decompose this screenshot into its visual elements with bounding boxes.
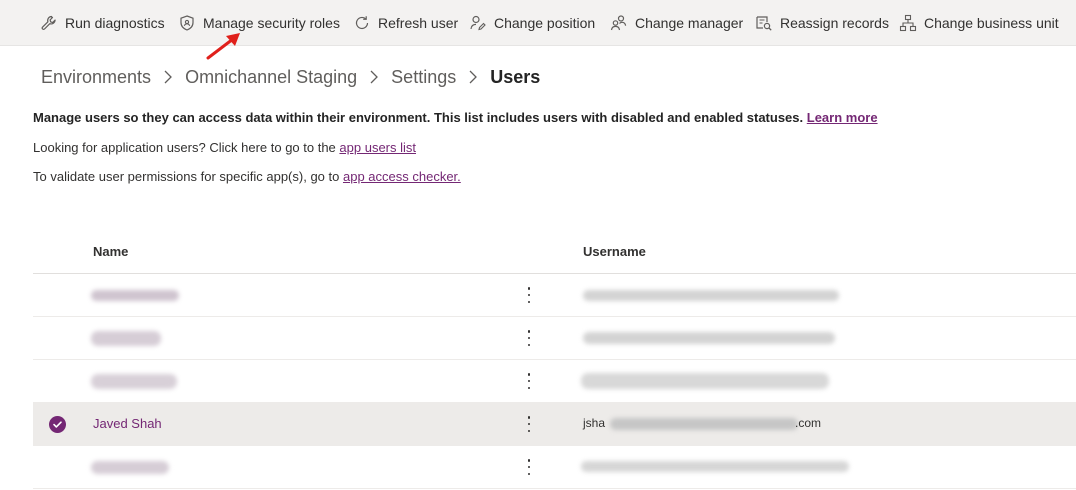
wrench-icon <box>40 14 58 32</box>
more-options-icon[interactable] <box>523 328 535 348</box>
redacted-name <box>91 331 161 346</box>
breadcrumb-environments[interactable]: Environments <box>41 67 151 88</box>
column-header-username[interactable]: Username <box>583 244 646 259</box>
person-edit-icon <box>469 14 487 32</box>
more-options-icon[interactable] <box>523 285 535 305</box>
people-icon <box>610 14 628 32</box>
redacted-name <box>91 374 177 389</box>
more-options-icon[interactable] <box>523 457 535 477</box>
refresh-icon <box>353 14 371 32</box>
more-options-icon[interactable] <box>523 414 535 434</box>
page-description: Manage users so they can access data wit… <box>33 110 878 125</box>
run-diagnostics-button[interactable]: Run diagnostics <box>40 0 165 46</box>
change-position-button[interactable]: Change position <box>469 0 595 46</box>
learn-more-link[interactable]: Learn more <box>807 110 878 125</box>
annotation-arrow-icon <box>206 33 240 60</box>
app-users-hint: Looking for application users? Click her… <box>33 140 417 155</box>
chevron-right-icon <box>467 70 479 84</box>
users-grid: Name Username Javed Shah jsha .com <box>33 231 1076 489</box>
manage-security-roles-label: Manage security roles <box>203 15 340 31</box>
table-row[interactable] <box>33 446 1076 489</box>
redacted-name <box>91 290 179 301</box>
more-options-icon[interactable] <box>523 371 535 391</box>
chevron-right-icon <box>368 70 380 84</box>
redacted-name <box>91 461 169 474</box>
redacted-username <box>583 290 839 301</box>
app-access-hint: To validate user permissions for specifi… <box>33 169 461 184</box>
reassign-records-button[interactable]: Reassign records <box>755 0 889 46</box>
change-position-label: Change position <box>494 15 596 31</box>
refresh-user-label: Refresh user <box>378 15 459 31</box>
username-suffix: .com <box>795 416 822 430</box>
table-row[interactable] <box>33 360 1076 403</box>
org-chart-icon <box>899 14 917 32</box>
breadcrumb-settings[interactable]: Settings <box>391 67 456 88</box>
column-header-name[interactable]: Name <box>93 244 128 259</box>
change-business-unit-label: Change business unit <box>924 15 1059 31</box>
command-bar: Run diagnostics Manage security roles Re… <box>0 0 1076 46</box>
refresh-user-button[interactable]: Refresh user <box>353 0 458 46</box>
user-name-link[interactable]: Javed Shah <box>93 416 162 431</box>
change-business-unit-button[interactable]: Change business unit <box>899 0 1059 46</box>
app-users-list-link[interactable]: app users list <box>339 140 416 155</box>
table-row-selected[interactable]: Javed Shah jsha .com <box>33 403 1076 446</box>
grid-header: Name Username <box>33 231 1076 274</box>
change-manager-button[interactable]: Change manager <box>610 0 743 46</box>
app-access-checker-link[interactable]: app access checker. <box>343 169 461 184</box>
breadcrumb-users: Users <box>490 66 541 87</box>
table-row[interactable] <box>33 317 1076 360</box>
document-search-icon <box>755 14 773 32</box>
run-diagnostics-label: Run diagnostics <box>65 15 165 31</box>
reassign-records-label: Reassign records <box>780 15 889 31</box>
change-manager-label: Change manager <box>635 15 744 31</box>
shield-icon <box>178 14 196 32</box>
chevron-right-icon <box>162 70 174 84</box>
username-prefix: jsha <box>583 416 606 430</box>
breadcrumb: Environments Omnichannel Staging Setting… <box>41 64 540 90</box>
breadcrumb-environment[interactable]: Omnichannel Staging <box>185 67 357 88</box>
checkmark-icon[interactable] <box>49 416 66 433</box>
redacted-username <box>581 373 829 389</box>
redacted-username <box>610 418 798 430</box>
redacted-username <box>583 332 835 344</box>
table-row[interactable] <box>33 274 1076 317</box>
redacted-username <box>581 461 849 472</box>
